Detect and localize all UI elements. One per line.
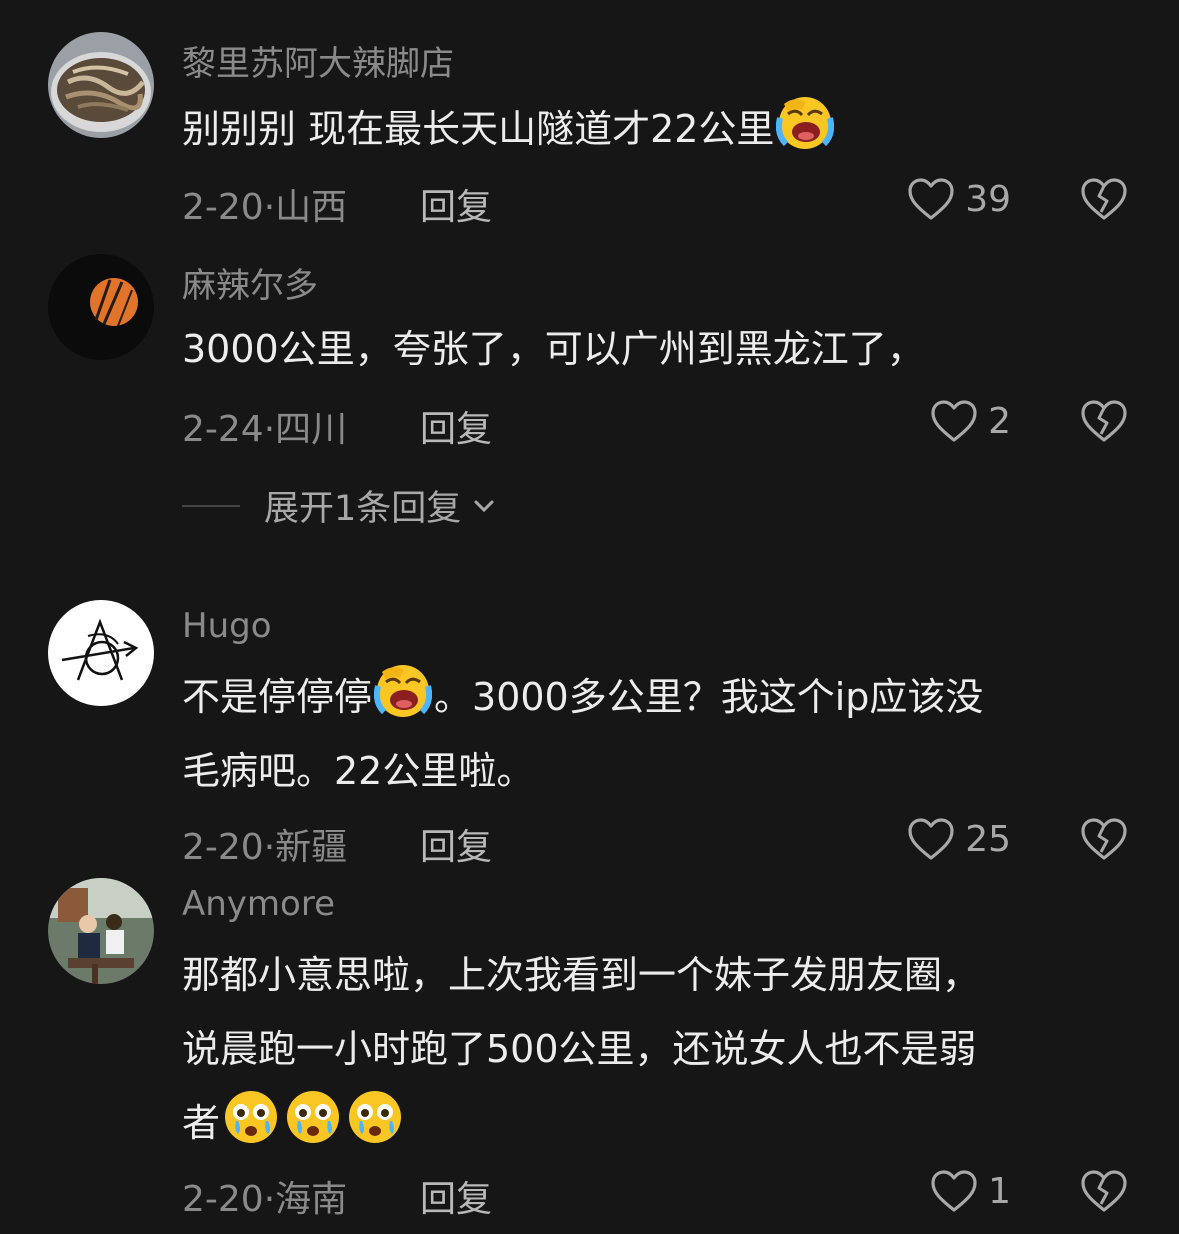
comment-location: 海南	[275, 1179, 348, 1220]
broken-heart-icon[interactable]	[1080, 1168, 1128, 1214]
comment-location: 新疆	[275, 827, 348, 868]
comment-text-line: 毛病吧。22公里啦。	[182, 749, 535, 793]
heart-icon	[930, 398, 978, 444]
heart-icon	[930, 1168, 978, 1214]
like-button[interactable]: 2	[930, 398, 1011, 444]
laugh-cry-emoji-icon	[374, 662, 432, 720]
comment-username[interactable]: Hugo	[182, 606, 272, 646]
expand-replies-label: 展开1条回复	[264, 489, 462, 529]
heart-icon	[907, 816, 955, 862]
reply-button[interactable]: 回复	[420, 818, 492, 870]
like-button[interactable]: 39	[907, 176, 1011, 222]
comment-username[interactable]: Anymore	[182, 884, 335, 924]
comment-text-part: 。3000多公里？我这个ip应该没	[434, 675, 984, 719]
comment-date: 2-20	[182, 827, 264, 868]
like-count: 39	[965, 178, 1011, 220]
comment-meta: 2-20·山西	[182, 178, 347, 230]
comment-text-line: 3000公里，夸张了，可以广州到黑龙江了，	[182, 327, 925, 371]
comment-text-line: 者	[182, 1101, 221, 1145]
like-button[interactable]: 1	[930, 1168, 1011, 1214]
comment-date: 2-20	[182, 1179, 264, 1220]
comment-text-line: 别别别 现在最长天山隧道才22公里	[182, 107, 775, 151]
comment-username[interactable]: 麻辣尔多	[182, 258, 318, 307]
reply-button[interactable]: 回复	[420, 178, 492, 230]
shocked-emoji-icon	[222, 1088, 280, 1146]
expand-replies-button[interactable]: 展开1条回复	[182, 480, 497, 531]
comment-text-line: 说晨跑一小时跑了500公里，还说女人也不是弱	[182, 1027, 977, 1071]
comment-meta: 2-20·新疆	[182, 818, 347, 870]
avatar[interactable]	[48, 878, 154, 984]
reply-button[interactable]: 回复	[420, 1170, 492, 1222]
avatar[interactable]	[48, 600, 154, 706]
comment-location: 四川	[275, 409, 348, 450]
comment-meta: 2-20·海南	[182, 1170, 347, 1222]
divider-line	[182, 504, 240, 507]
comment-date: 2-20	[182, 187, 264, 228]
comment-location: 山西	[275, 187, 348, 228]
comment-date: 2-24	[182, 409, 264, 450]
comment-text-part: 不是停停停	[182, 675, 373, 719]
comment-meta: 2-24·四川	[182, 400, 347, 452]
dot-separator: ·	[263, 827, 276, 868]
broken-heart-icon[interactable]	[1080, 816, 1128, 862]
laugh-cry-emoji-icon	[776, 94, 834, 152]
comment-text: 不是停停停 。3000多公里？我这个ip应该没 毛病吧。22公里啦。	[182, 660, 1122, 808]
avatar[interactable]	[48, 32, 154, 138]
comment-text: 3000公里，夸张了，可以广州到黑龙江了，	[182, 312, 1122, 386]
shocked-emoji-icon	[284, 1088, 342, 1146]
like-count: 1	[988, 1170, 1011, 1212]
like-button[interactable]: 25	[907, 816, 1011, 862]
dot-separator: ·	[263, 409, 276, 450]
comment-text-line: 那都小意思啦，上次我看到一个妹子发朋友圈，	[182, 953, 981, 997]
shocked-emoji-icon	[346, 1088, 404, 1146]
comment-username[interactable]: 黎里苏阿大辣脚店	[182, 36, 454, 85]
broken-heart-icon[interactable]	[1080, 398, 1128, 444]
comment-text: 别别别 现在最长天山隧道才22公里	[182, 92, 1122, 166]
comment-text: 那都小意思啦，上次我看到一个妹子发朋友圈， 说晨跑一小时跑了500公里，还说女人…	[182, 938, 1122, 1160]
heart-icon	[907, 176, 955, 222]
like-count: 2	[988, 400, 1011, 442]
dot-separator: ·	[263, 1179, 276, 1220]
broken-heart-icon[interactable]	[1080, 176, 1128, 222]
reply-button[interactable]: 回复	[420, 400, 492, 452]
like-count: 25	[965, 818, 1011, 860]
chevron-down-icon	[474, 500, 494, 512]
avatar[interactable]	[48, 254, 154, 360]
dot-separator: ·	[263, 187, 276, 228]
